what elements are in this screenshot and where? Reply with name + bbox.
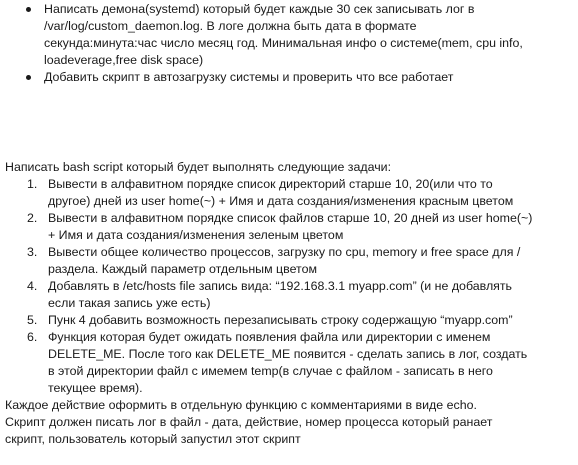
task-line: Пунк 4 добавить возможность перезаписыва… (48, 313, 513, 327)
task-number: 3. (27, 245, 38, 259)
task-line: Вывести в алфавитном порядке список файл… (48, 211, 533, 225)
bullet-line: loadeverage,free disk space) (44, 53, 204, 67)
bullet-item-autostart: Добавить скрипт в автозагрузку системы и… (24, 69, 574, 86)
top-bullet-list: Написать демона(systemd) который будет к… (24, 1, 574, 86)
task-item-6: 6. Функция которая будет ожидать появлен… (5, 329, 575, 397)
task-item-2: 2. Вывести в алфавитном порядке список ф… (5, 210, 575, 244)
task-line: Вывести общее количество процессов, загр… (48, 245, 521, 259)
task-number: 4. (27, 279, 38, 293)
task-line: Добавлять в /etc/hosts file запись вида:… (48, 279, 513, 293)
task-line: Функция которая будет ожидать появления … (48, 330, 491, 344)
bullet-item-daemon: Написать демона(systemd) который будет к… (24, 1, 574, 69)
footer-line: скрипт, пользователь который запустил эт… (5, 432, 301, 446)
bullet-line: секунда:минута:час число месяц год. Мини… (44, 36, 523, 50)
bash-task-section: Написать bash script который будет выпол… (5, 159, 575, 448)
task-line: если такая запись уже есть) (48, 296, 211, 310)
footer-line: Каждое действие оформить в отдельную фун… (5, 398, 477, 412)
task-item-4: 4. Добавлять в /etc/hosts file запись ви… (5, 278, 575, 312)
task-item-1: 1. Вывести в алфавитном порядке список д… (5, 176, 575, 210)
task-line: DELETE_ME. После того как DELETE_ME появ… (48, 347, 528, 361)
bullet-dot-icon (26, 7, 31, 12)
task-number: 2. (27, 211, 38, 225)
task-line: + Имя и дата создания/изменения зеленым … (48, 228, 344, 242)
footer-line: Скрипт должен писать лог в файл - дата, … (5, 415, 493, 429)
bullet-dot-icon (26, 75, 31, 80)
task-line: раздела. Каждый параметр отдельным цвето… (48, 262, 318, 276)
task-item-3: 3. Вывести общее количество процессов, з… (5, 244, 575, 278)
task-item-5: 5. Пунк 4 добавить возможность перезапис… (5, 312, 575, 329)
task-numbered-list: 1. Вывести в алфавитном порядке список д… (5, 176, 575, 397)
footer-notes: Каждое действие оформить в отдельную фун… (5, 397, 575, 448)
task-number: 6. (27, 330, 38, 344)
document-page: Написать демона(systemd) который будет к… (0, 0, 578, 465)
task-line: текущее время). (48, 381, 143, 395)
task-number: 5. (27, 313, 38, 327)
bullet-line: /var/log/custom_daemon.log. В логе должн… (44, 19, 417, 33)
task-line: Вывести в алфавитном порядке список дире… (48, 177, 493, 191)
bullet-line: Добавить скрипт в автозагрузку системы и… (44, 70, 454, 84)
task-number: 1. (27, 177, 38, 191)
task-line: другое) дней из user home(~) + Имя и дат… (48, 194, 514, 208)
bullet-line: Написать демона(systemd) который будет к… (44, 2, 475, 16)
task-line: в этой директории файл с имемем temp(в с… (48, 364, 493, 378)
task-intro-text: Написать bash script который будет выпол… (5, 160, 392, 174)
